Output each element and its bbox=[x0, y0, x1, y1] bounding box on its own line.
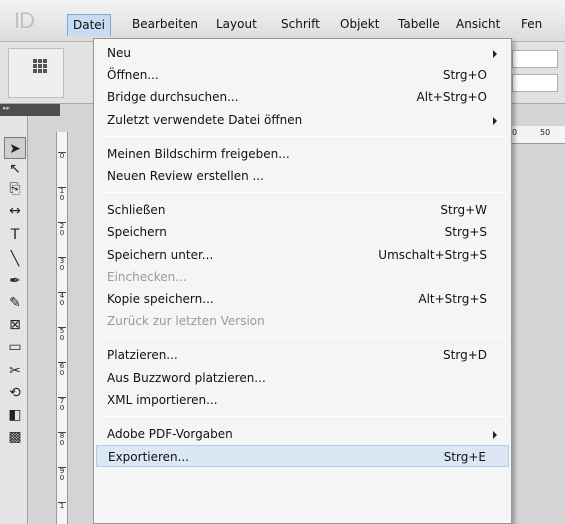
menu-item-label: Neu bbox=[107, 46, 131, 60]
menu-objekt[interactable]: Objekt bbox=[335, 14, 384, 36]
menu-item-shortcut: Strg+D bbox=[443, 348, 487, 363]
menu-item-zuletzt-verwendete-datei-öffnen[interactable]: Zuletzt verwendete Datei öffnen bbox=[96, 109, 509, 131]
gap-tool-icon[interactable]: ↔ bbox=[4, 200, 26, 222]
pen-tool-icon[interactable]: ✒ bbox=[4, 270, 26, 292]
menu-item-label: XML importieren... bbox=[107, 392, 218, 407]
menu-item-shortcut: Strg+E bbox=[443, 450, 486, 465]
ruler-tick-label: 0 bbox=[512, 128, 518, 137]
menu-item-label: Meinen Bildschirm freigeben... bbox=[107, 146, 290, 161]
menu-item-shortcut: Strg+W bbox=[440, 203, 487, 218]
ruler-tick-label: 3 0 bbox=[58, 257, 66, 272]
menu-item-label: Öffnen... bbox=[107, 68, 159, 83]
ruler-tick-label: 4 0 bbox=[58, 292, 66, 307]
menu-item-speichern[interactable]: Speichern Strg+S bbox=[96, 221, 509, 243]
datei-menu-dropdown: Neu Öffnen... Strg+O Bridge durchsuchen... A… bbox=[93, 38, 512, 524]
menu-schrift[interactable]: Schrift bbox=[276, 14, 325, 36]
menu-fen[interactable]: Fen bbox=[516, 14, 547, 36]
menu-separator bbox=[105, 416, 507, 417]
menu-item-label: Schließen bbox=[107, 203, 166, 218]
menu-item-label: Bridge durchsuchen... bbox=[107, 90, 239, 105]
menu-item-bridge-durchsuchen[interactable]: Bridge durchsuchen... Alt+Strg+O bbox=[96, 86, 509, 108]
menu-item-label: Aus Buzzword platzieren... bbox=[107, 370, 266, 385]
vertical-ruler: 0 1 0 2 0 3 0 4 0 5 0 6 0 7 0 8 0 9 0 1 bbox=[56, 132, 68, 524]
menu-item-neu[interactable]: Neu bbox=[96, 42, 509, 64]
menu-bearbeiten[interactable]: Bearbeiten bbox=[127, 14, 203, 36]
menu-item-adobe-pdf-vorgaben[interactable]: Adobe PDF-Vorgaben bbox=[96, 423, 509, 445]
menu-item-label: Platzieren... bbox=[107, 348, 178, 363]
rectangle-frame-tool-icon[interactable]: ⊠ bbox=[4, 314, 26, 336]
reference-point-box[interactable] bbox=[8, 48, 64, 98]
menu-item-aus-buzzword-platzieren[interactable]: Aus Buzzword platzieren... bbox=[96, 367, 509, 389]
menu-bar: ID Datei Bearbeiten Layout Schrift Objekt Tab… bbox=[0, 0, 565, 42]
menu-item-speichern-unter[interactable]: Speichern unter... Umschalt+Strg+S bbox=[96, 244, 509, 266]
ruler-tick-label: 1 0 bbox=[58, 187, 66, 202]
menu-item-platzieren[interactable]: Platzieren... Strg+D bbox=[96, 344, 509, 366]
rectangle-tool-icon[interactable]: ▭ bbox=[4, 336, 26, 358]
menu-item-zurück-zur-letzten-version: Zurück zur letzten Version bbox=[96, 310, 509, 332]
menu-item-shortcut: Alt+Strg+S bbox=[418, 292, 487, 306]
control-field[interactable] bbox=[512, 50, 558, 68]
menu-separator bbox=[105, 337, 507, 339]
menu-ansicht[interactable]: Ansicht bbox=[451, 14, 505, 36]
ruler-tick-label: 2 0 bbox=[58, 222, 66, 237]
indesign-logo: ID bbox=[14, 8, 35, 33]
submenu-arrow-icon bbox=[493, 431, 497, 439]
menu-item-shortcut: Strg+O bbox=[442, 68, 487, 83]
menu-item-einchecken: Einchecken... bbox=[96, 266, 509, 288]
ruler-tick-label: 7 0 bbox=[58, 397, 66, 412]
ruler-tick-label: 8 0 bbox=[58, 432, 66, 447]
gradient-tool-icon[interactable]: ◧ bbox=[4, 404, 26, 426]
menu-item-label: Zuletzt verwendete Datei öffnen bbox=[107, 112, 303, 127]
ruler-tick-label: 9 0 bbox=[58, 467, 66, 482]
menu-layout[interactable]: Layout bbox=[211, 14, 262, 36]
line-tool-icon[interactable]: ╲ bbox=[4, 248, 26, 270]
selection-tool-icon[interactable]: ➤ bbox=[4, 137, 26, 159]
menu-separator bbox=[105, 192, 507, 194]
pencil-tool-icon[interactable]: ✎ bbox=[4, 292, 26, 314]
gradient-feather-tool-icon[interactable]: ▩ bbox=[4, 426, 26, 448]
menu-item-shortcut: Alt+Strg+O bbox=[416, 90, 487, 105]
direct-selection-tool-icon[interactable]: ↖ bbox=[4, 158, 26, 180]
menu-item-xml-importieren[interactable]: XML importieren... bbox=[96, 389, 509, 411]
menu-item-label: Adobe PDF-Vorgaben bbox=[107, 427, 233, 441]
menu-item-schließen[interactable]: Schließen Strg+W bbox=[96, 199, 509, 221]
menu-separator bbox=[105, 135, 507, 137]
menu-tabelle[interactable]: Tabelle bbox=[393, 14, 445, 36]
menu-item-shortcut: Strg+S bbox=[444, 225, 487, 240]
menu-item-meinen-bildschirm-freigeben[interactable]: Meinen Bildschirm freigeben... bbox=[96, 143, 509, 165]
scissors-tool-icon[interactable]: ✂ bbox=[4, 360, 26, 382]
ruler-tick-label: 50 bbox=[540, 128, 551, 137]
ruler-tick-label: 5 0 bbox=[58, 327, 66, 342]
ruler-tick-label: 6 0 bbox=[58, 362, 66, 377]
control-field[interactable] bbox=[512, 74, 558, 92]
menu-item-neuen-review-erstellen[interactable]: Neuen Review erstellen ... bbox=[96, 165, 509, 187]
reference-point-icon bbox=[33, 59, 47, 73]
menu-item-shortcut: Umschalt+Strg+S bbox=[378, 247, 487, 262]
ruler-tick-label: 0 bbox=[58, 152, 66, 160]
free-transform-tool-icon[interactable]: ⟲ bbox=[4, 382, 26, 404]
menu-item-kopie-speichern[interactable]: Kopie speichern... Alt+Strg+S bbox=[96, 288, 509, 310]
menu-item-label: Einchecken... bbox=[107, 269, 187, 284]
menu-item-label: Zurück zur letzten Version bbox=[107, 314, 265, 329]
menu-item-öffnen[interactable]: Öffnen... Strg+O bbox=[96, 64, 509, 86]
menu-item-exportieren[interactable]: Exportieren... Strg+E bbox=[96, 445, 509, 468]
menu-item-label: Kopie speichern... bbox=[107, 292, 214, 306]
submenu-arrow-icon bbox=[493, 50, 497, 58]
submenu-arrow-icon bbox=[493, 116, 497, 125]
ruler-tick-label: 1 bbox=[58, 502, 66, 510]
page-tool-icon[interactable]: ⎘ bbox=[4, 178, 26, 200]
menu-item-label: Speichern unter... bbox=[107, 247, 214, 262]
menu-item-label: Speichern bbox=[107, 225, 167, 240]
type-tool-icon[interactable]: T bbox=[4, 224, 26, 246]
menu-item-label: Neuen Review erstellen ... bbox=[107, 169, 264, 183]
menu-item-label: Exportieren... bbox=[108, 450, 190, 465]
menu-datei[interactable]: Datei bbox=[67, 14, 112, 36]
collapse-arrows-icon: ▸▸ bbox=[3, 104, 11, 112]
tools-panel-header[interactable]: ▸▸ bbox=[0, 104, 60, 116]
